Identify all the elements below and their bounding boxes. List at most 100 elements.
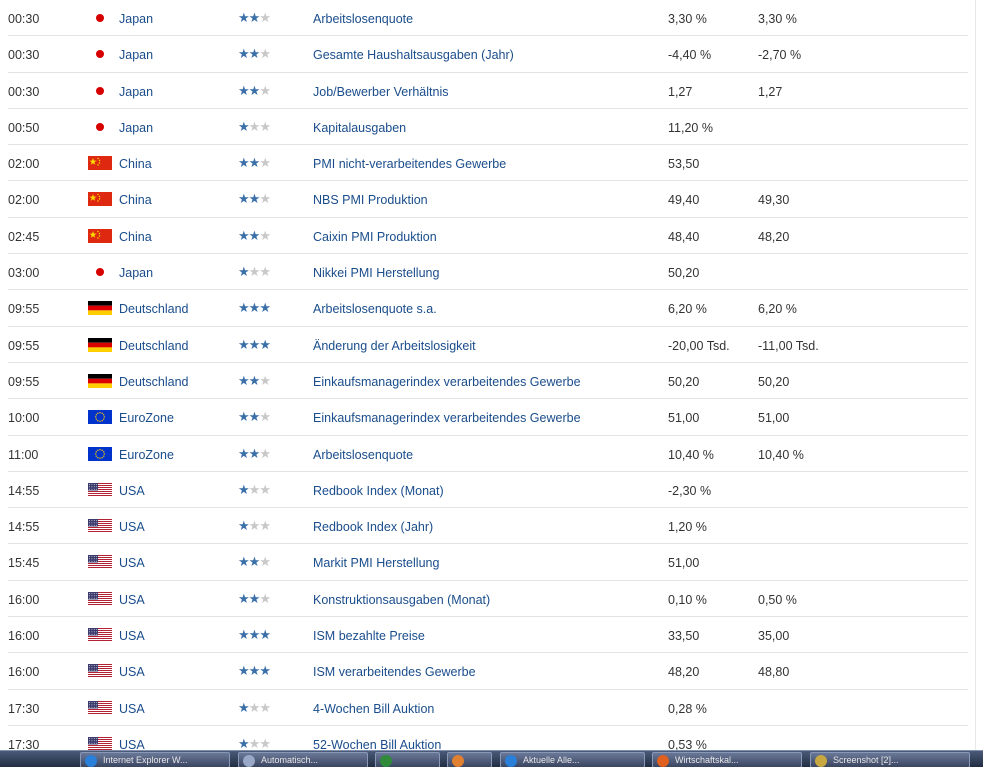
previous-value: 1,27 — [758, 84, 783, 99]
event-name-link[interactable]: Redbook Index (Jahr) — [313, 520, 433, 534]
table-row: 00:30 Japan ★★★ Job/Bewerber Verhältnis 1,27… — [8, 73, 968, 109]
star-empty-icon: ★ — [259, 372, 271, 388]
star-filled-icon: ★ — [238, 663, 250, 679]
country-link[interactable]: USA — [119, 593, 145, 607]
event-name-link[interactable]: Änderung der Arbeitslosigkeit — [313, 339, 476, 353]
country-link[interactable]: USA — [119, 484, 145, 498]
table-row: 00:50 Japan ★★★ Kapitalausgaben 11,20 % — [8, 109, 968, 146]
event-name-link[interactable]: Einkaufsmanagerindex verarbeitendes Gewe… — [313, 375, 581, 389]
country-link[interactable]: China — [119, 193, 152, 207]
de-flag-icon — [88, 301, 112, 316]
country-link[interactable]: China — [119, 230, 152, 244]
event-name-link[interactable]: ISM verarbeitendes Gewerbe — [313, 665, 476, 679]
event-time: 00:30 — [8, 48, 40, 63]
us-flag-icon — [88, 628, 112, 643]
event-name-link[interactable]: NBS PMI Produktion — [313, 193, 428, 207]
star-filled-icon: ★ — [248, 336, 261, 352]
importance-stars-icon: ★★★ — [238, 46, 271, 62]
star-filled-icon: ★ — [248, 82, 261, 98]
star-filled-icon: ★ — [238, 735, 250, 751]
event-time: 10:00 — [8, 411, 40, 426]
star-filled-icon: ★ — [238, 518, 250, 534]
cn-flag-icon — [88, 156, 112, 171]
previous-value: -11,00 Tsd. — [758, 338, 819, 353]
taskbar-button[interactable] — [447, 752, 492, 767]
country-link[interactable]: Deutschland — [119, 339, 189, 353]
country-link[interactable]: Japan — [119, 85, 153, 99]
jp-flag-icon — [88, 47, 112, 62]
country-link[interactable]: USA — [119, 520, 145, 534]
event-time: 09:55 — [8, 302, 40, 317]
taskbar-button-label: Aktuelle Alle... — [523, 755, 580, 765]
previous-value: 50,20 — [758, 374, 790, 389]
event-name-link[interactable]: Nikkei PMI Herstellung — [313, 266, 439, 280]
table-row: 11:00 EuroZone ★★★ Arbeitslosenquote 10,40 %… — [8, 436, 968, 472]
table-row: 16:00 USA ★★★ ISM verarbeitendes Gewerbe 48,… — [8, 653, 968, 690]
actual-value: 48,40 — [668, 229, 700, 244]
star-filled-icon: ★ — [238, 409, 250, 425]
event-name-link[interactable]: PMI nicht-verarbeitendes Gewerbe — [313, 157, 506, 171]
event-name-link[interactable]: Caixin PMI Produktion — [313, 230, 437, 244]
event-name-link[interactable]: Kapitalausgaben — [313, 121, 406, 135]
table-row: 09:55 Deutschland ★★★ Arbeitslosenquote s.a… — [8, 290, 968, 327]
country-link[interactable]: China — [119, 157, 152, 171]
event-name-link[interactable]: Konstruktionsausgaben (Monat) — [313, 593, 490, 607]
importance-stars-icon: ★★★ — [238, 119, 271, 135]
importance-stars-icon: ★★★ — [238, 627, 271, 643]
jp-flag-icon — [88, 119, 112, 134]
event-name-link[interactable]: Arbeitslosenquote s.a. — [313, 302, 437, 316]
star-empty-icon: ★ — [248, 735, 261, 751]
taskbar-button[interactable]: Wirtschaftskal... — [652, 752, 802, 767]
country-link[interactable]: EuroZone — [119, 411, 174, 425]
country-link[interactable]: Deutschland — [119, 302, 189, 316]
star-filled-icon: ★ — [259, 663, 271, 679]
country-link[interactable]: USA — [119, 556, 145, 570]
event-name-link[interactable]: Arbeitslosenquote — [313, 12, 413, 26]
table-row: 09:55 Deutschland ★★★ Einkaufsmanagerindex … — [8, 363, 968, 400]
taskbar-button-label: Automatisch... — [261, 755, 319, 765]
previous-value: 10,40 % — [758, 447, 804, 462]
economic-calendar-table: 00:30 Japan ★★★ Arbeitslosenquote 3,30 % 3,30… — [0, 0, 970, 763]
taskbar-button[interactable]: Aktuelle Alle... — [500, 752, 645, 767]
excel-icon — [380, 755, 392, 767]
event-name-link[interactable]: Job/Bewerber Verhältnis — [313, 85, 449, 99]
star-empty-icon: ★ — [259, 590, 271, 606]
country-link[interactable]: Japan — [119, 12, 153, 26]
country-link[interactable]: Japan — [119, 266, 153, 280]
folder-icon — [815, 755, 827, 767]
page-right-border — [975, 0, 983, 750]
event-name-link[interactable]: Gesamte Haushaltsausgaben (Jahr) — [313, 48, 514, 62]
star-filled-icon: ★ — [238, 372, 250, 388]
taskbar-button[interactable]: Automatisch... — [238, 752, 368, 767]
actual-value: 1,27 — [668, 84, 693, 99]
country-link[interactable]: USA — [119, 665, 145, 679]
us-flag-icon — [88, 482, 112, 497]
event-name-link[interactable]: Einkaufsmanagerindex verarbeitendes Gewe… — [313, 411, 581, 425]
country-link[interactable]: EuroZone — [119, 448, 174, 462]
country-link[interactable]: Japan — [119, 121, 153, 135]
event-time: 03:00 — [8, 266, 40, 281]
event-time: 02:00 — [8, 157, 40, 172]
country-link[interactable]: Japan — [119, 48, 153, 62]
star-filled-icon: ★ — [238, 481, 250, 497]
actual-value: 1,20 % — [668, 520, 707, 535]
country-link[interactable]: USA — [119, 629, 145, 643]
star-empty-icon: ★ — [259, 518, 271, 534]
country-link[interactable]: USA — [119, 702, 145, 716]
event-name-link[interactable]: Arbeitslosenquote — [313, 448, 413, 462]
event-name-link[interactable]: Markit PMI Herstellung — [313, 556, 439, 570]
event-name-link[interactable]: 4-Wochen Bill Auktion — [313, 702, 434, 716]
taskbar-button[interactable] — [375, 752, 440, 767]
event-name-link[interactable]: ISM bezahlte Preise — [313, 629, 425, 643]
previous-value: 3,30 % — [758, 12, 797, 26]
actual-value: 33,50 — [668, 629, 700, 644]
taskbar-button-label: Internet Explorer W... — [103, 755, 188, 765]
country-link[interactable]: Deutschland — [119, 375, 189, 389]
star-filled-icon: ★ — [238, 46, 250, 62]
event-name-link[interactable]: Redbook Index (Monat) — [313, 484, 444, 498]
table-row: 17:30 USA ★★★ 4-Wochen Bill Auktion 0,28 % — [8, 690, 968, 726]
taskbar-button[interactable]: Internet Explorer W... — [80, 752, 230, 767]
app-icon — [452, 755, 464, 767]
table-row: 02:00 China ★★★ NBS PMI Produktion 49,40 49,3… — [8, 181, 968, 218]
taskbar-button[interactable]: Screenshot [2]... — [810, 752, 970, 767]
